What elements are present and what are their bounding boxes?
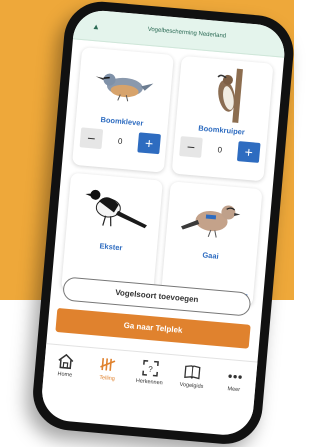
app-title: Vogelbescherming Nederland [147, 26, 227, 40]
tab-telling[interactable]: Telling [88, 354, 128, 383]
bottom-tab-bar: Home Telling ? Herkennen Vogelgids Meer [41, 343, 258, 421]
svg-text:?: ? [148, 365, 154, 374]
tab-label: Home [57, 371, 73, 379]
tab-vogelgids[interactable]: Vogelgids [172, 361, 212, 390]
tab-label: Meer [227, 386, 241, 394]
magpie-illustration [85, 189, 147, 229]
quantity-value: 0 [117, 136, 123, 146]
tab-label: Vogelgids [179, 381, 204, 390]
treecreeper-illustration [217, 68, 243, 123]
tab-herkennen[interactable]: ? Herkennen [130, 358, 170, 387]
nuthatch-illustration [95, 73, 154, 102]
book-icon [184, 365, 201, 380]
bird-logo-icon: ▲ [91, 21, 101, 32]
count-icon [99, 358, 115, 371]
decrement-button[interactable]: − [79, 127, 104, 150]
tab-label: Telling [99, 374, 116, 383]
jay-illustration [181, 205, 241, 238]
tab-label: Herkennen [135, 378, 163, 387]
tab-home[interactable]: Home [46, 350, 86, 379]
more-icon [228, 374, 242, 379]
quantity-stepper: − 0 + [79, 127, 161, 155]
decrement-button[interactable]: − [179, 136, 203, 158]
bird-card-boomklever[interactable]: Boomklever − 0 + [71, 47, 174, 173]
increment-button[interactable]: + [137, 132, 161, 155]
phone-frame: ▲ Vogelbescherming Nederland Boomklever [29, 0, 297, 447]
home-icon [58, 353, 74, 370]
increment-button[interactable]: + [236, 141, 261, 163]
phone-screen: ▲ Vogelbescherming Nederland Boomklever [39, 8, 287, 438]
tab-meer[interactable]: Meer [215, 365, 255, 394]
scan-icon: ? [142, 359, 159, 377]
quantity-stepper: − 0 + [179, 136, 261, 163]
quantity-value: 0 [217, 144, 223, 155]
bird-card-boomkruiper[interactable]: Boomkruiper − 0 + [171, 55, 274, 182]
